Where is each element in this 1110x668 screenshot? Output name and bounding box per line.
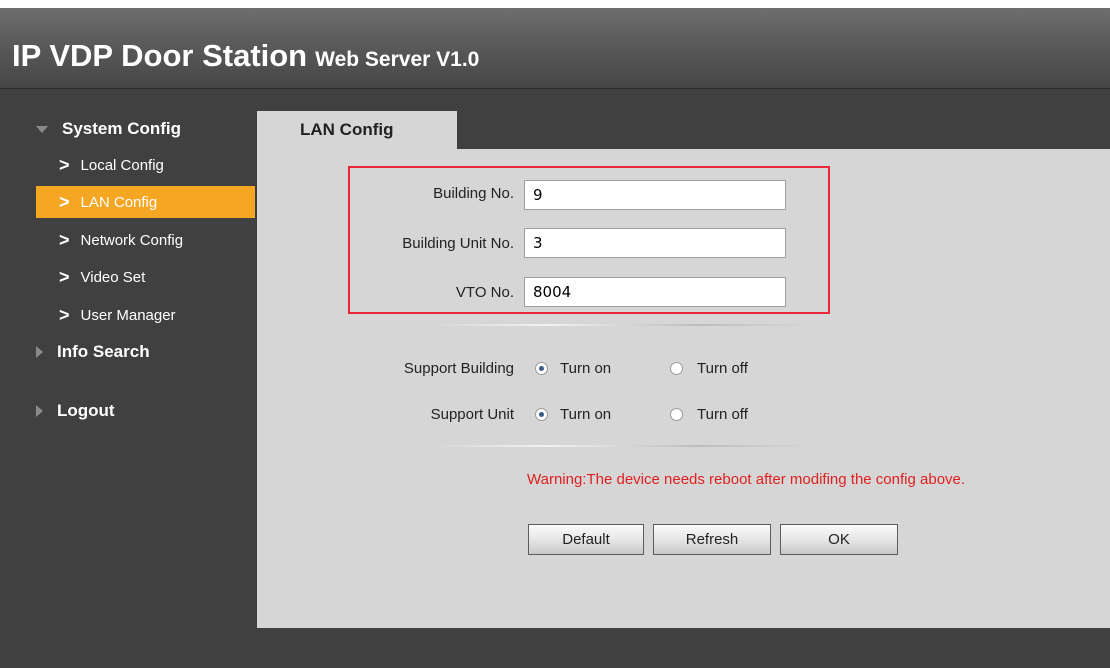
support-building-on-radio[interactable] <box>535 362 548 375</box>
refresh-button[interactable]: Refresh <box>653 524 771 555</box>
app-title-main: IP VDP Door Station <box>12 38 308 73</box>
sidebar-section-info-search[interactable]: Info Search <box>36 339 150 365</box>
triangle-right-icon <box>36 346 43 358</box>
sidebar-section-label: System Config <box>62 119 182 138</box>
support-unit-label: Support Unit <box>430 406 514 423</box>
vto-no-field[interactable] <box>524 277 786 307</box>
building-unit-no-field[interactable] <box>524 228 786 258</box>
support-unit-off-radio[interactable] <box>670 408 683 421</box>
sidebar-item-label: LAN Config <box>80 193 158 211</box>
chevron-right-icon: > <box>59 155 70 175</box>
divider <box>432 324 812 326</box>
sidebar-item-label: Network Config <box>80 231 184 249</box>
sidebar-section-label: Info Search <box>57 342 150 361</box>
sidebar-item-label: Video Set <box>80 268 146 286</box>
building-unit-no-label: Building Unit No. <box>402 235 514 252</box>
building-no-label: Building No. <box>433 185 514 202</box>
chevron-right-icon: > <box>59 305 70 325</box>
footer-bar <box>0 628 1110 668</box>
app-subtitle: Web Server V1.0 <box>315 48 480 71</box>
chevron-right-icon: > <box>59 267 70 287</box>
support-building-label: Support Building <box>403 360 514 377</box>
support-building-off-label: Turn off <box>697 360 748 377</box>
vto-no-label: VTO No. <box>455 284 514 301</box>
tab-lan-config[interactable]: LAN Config <box>257 111 457 149</box>
support-unit-off-label: Turn off <box>697 406 748 423</box>
ok-button[interactable]: OK <box>780 524 898 555</box>
sidebar-item-label: User Manager <box>80 306 176 324</box>
app-title: IP VDP Door Station Web Server V1.0 <box>12 38 479 74</box>
support-unit-on-radio[interactable] <box>535 408 548 421</box>
support-building-on-label: Turn on <box>560 360 612 377</box>
sidebar-item-video-set[interactable]: > Video Set <box>36 261 255 293</box>
page: IP VDP Door Station Web Server V1.0 Syste… <box>0 0 1110 668</box>
sidebar-item-label: Local Config <box>80 156 164 174</box>
triangle-right-icon <box>36 405 43 417</box>
sidebar-item-network-config[interactable]: > Network Config <box>36 224 255 256</box>
sidebar-section-label: Logout <box>57 401 115 420</box>
app-header: IP VDP Door Station Web Server V1.0 <box>0 8 1110 89</box>
sidebar-section-system-config[interactable]: System Config <box>36 116 181 142</box>
sidebar-section-logout[interactable]: Logout <box>36 398 115 424</box>
support-building-off-radio[interactable] <box>670 362 683 375</box>
divider <box>432 445 812 447</box>
building-no-field[interactable] <box>524 180 786 210</box>
default-button[interactable]: Default <box>528 524 644 555</box>
triangle-down-icon <box>36 125 48 133</box>
support-unit-on-label: Turn on <box>560 406 612 423</box>
sidebar-item-user-manager[interactable]: > User Manager <box>36 299 255 331</box>
reboot-warning: Warning:The device needs reboot after mo… <box>527 471 966 488</box>
sidebar-item-local-config[interactable]: > Local Config <box>36 149 255 181</box>
sidebar-item-lan-config[interactable]: > LAN Config <box>36 186 255 218</box>
chevron-right-icon: > <box>59 192 70 212</box>
chevron-right-icon: > <box>59 230 70 250</box>
